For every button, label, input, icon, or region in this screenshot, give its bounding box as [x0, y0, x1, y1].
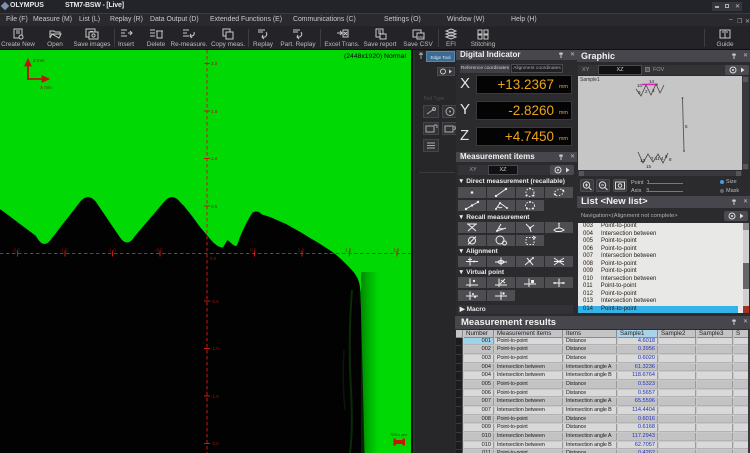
svg-text:X mm: X mm	[40, 85, 52, 90]
svg-text:-2.0: -2.0	[12, 248, 20, 253]
svg-text:-2.0: -2.0	[211, 441, 219, 446]
svg-text:2.0: 2.0	[211, 61, 218, 66]
svg-text:703.4 μm: 703.4 μm	[390, 432, 407, 437]
svg-text:5: 5	[685, 124, 688, 129]
svg-text:4: 4	[661, 156, 664, 161]
svg-text:3: 3	[652, 88, 655, 93]
svg-text:2: 2	[645, 89, 648, 94]
svg-text:14: 14	[649, 79, 655, 84]
svg-text:1.0: 1.0	[298, 248, 305, 253]
svg-text:0.5: 0.5	[250, 248, 257, 253]
svg-text:Z mm: Z mm	[33, 58, 45, 63]
svg-text:-1.0: -1.0	[108, 248, 116, 253]
svg-text:-1.0: -1.0	[211, 346, 219, 351]
svg-text:8: 8	[669, 157, 672, 162]
svg-text:-0.5: -0.5	[155, 248, 163, 253]
svg-text:7: 7	[651, 156, 654, 161]
svg-text:1.0: 1.0	[211, 156, 218, 161]
svg-text:2.0: 2.0	[393, 248, 400, 253]
svg-text:-1.5: -1.5	[60, 248, 68, 253]
svg-text:csv: csv	[418, 34, 424, 39]
svg-text:0.5: 0.5	[211, 204, 218, 209]
svg-text:1.5: 1.5	[345, 248, 352, 253]
svg-text:11: 11	[655, 156, 660, 161]
svg-text:-1.5: -1.5	[211, 394, 219, 399]
svg-text:15: 15	[646, 164, 652, 169]
svg-text:-0.5: -0.5	[211, 299, 219, 304]
svg-text:9: 9	[638, 90, 641, 95]
svg-text:10: 10	[637, 83, 643, 88]
svg-text:13: 13	[640, 158, 646, 163]
svg-text:1.5: 1.5	[211, 109, 218, 114]
svg-text:0.0: 0.0	[210, 256, 217, 261]
